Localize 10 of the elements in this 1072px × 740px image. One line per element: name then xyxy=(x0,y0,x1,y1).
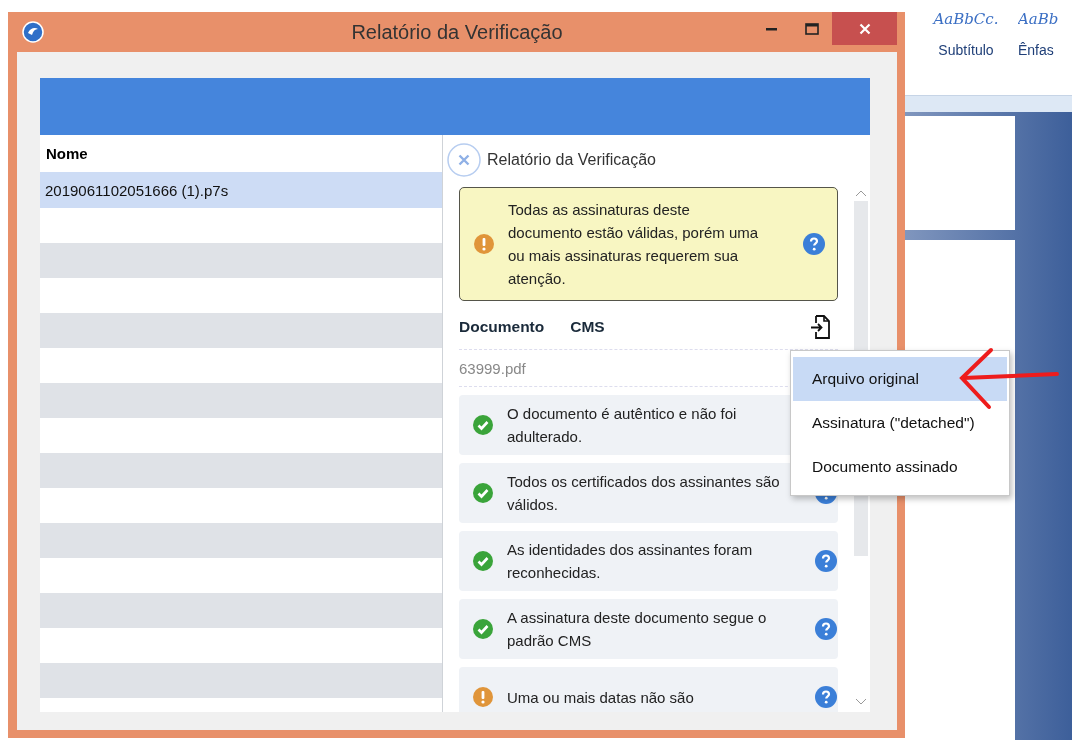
check-text: As identidades dos assinantes foram reconhecidas. xyxy=(507,540,754,583)
panel-title: Relatório da Verificação xyxy=(487,151,656,169)
window-title: Relatório da Verificação xyxy=(351,20,563,44)
section-label: CMS xyxy=(570,318,605,336)
check-text: Uma ou mais datas não são xyxy=(507,687,695,708)
check-text: Todos os certificados dos assinantes são válidos. xyxy=(507,472,781,515)
check-text: A assinatura deste documento segue o padrão CMS xyxy=(507,608,768,651)
section-label: Documento xyxy=(459,318,545,336)
check-text: O documento é autêntico e não foi adulterado. xyxy=(507,404,738,447)
alert-text: Todas as assinaturas deste documento estão válidas, porém uma ou mais assinaturas requerem sua atenção. xyxy=(508,200,760,289)
